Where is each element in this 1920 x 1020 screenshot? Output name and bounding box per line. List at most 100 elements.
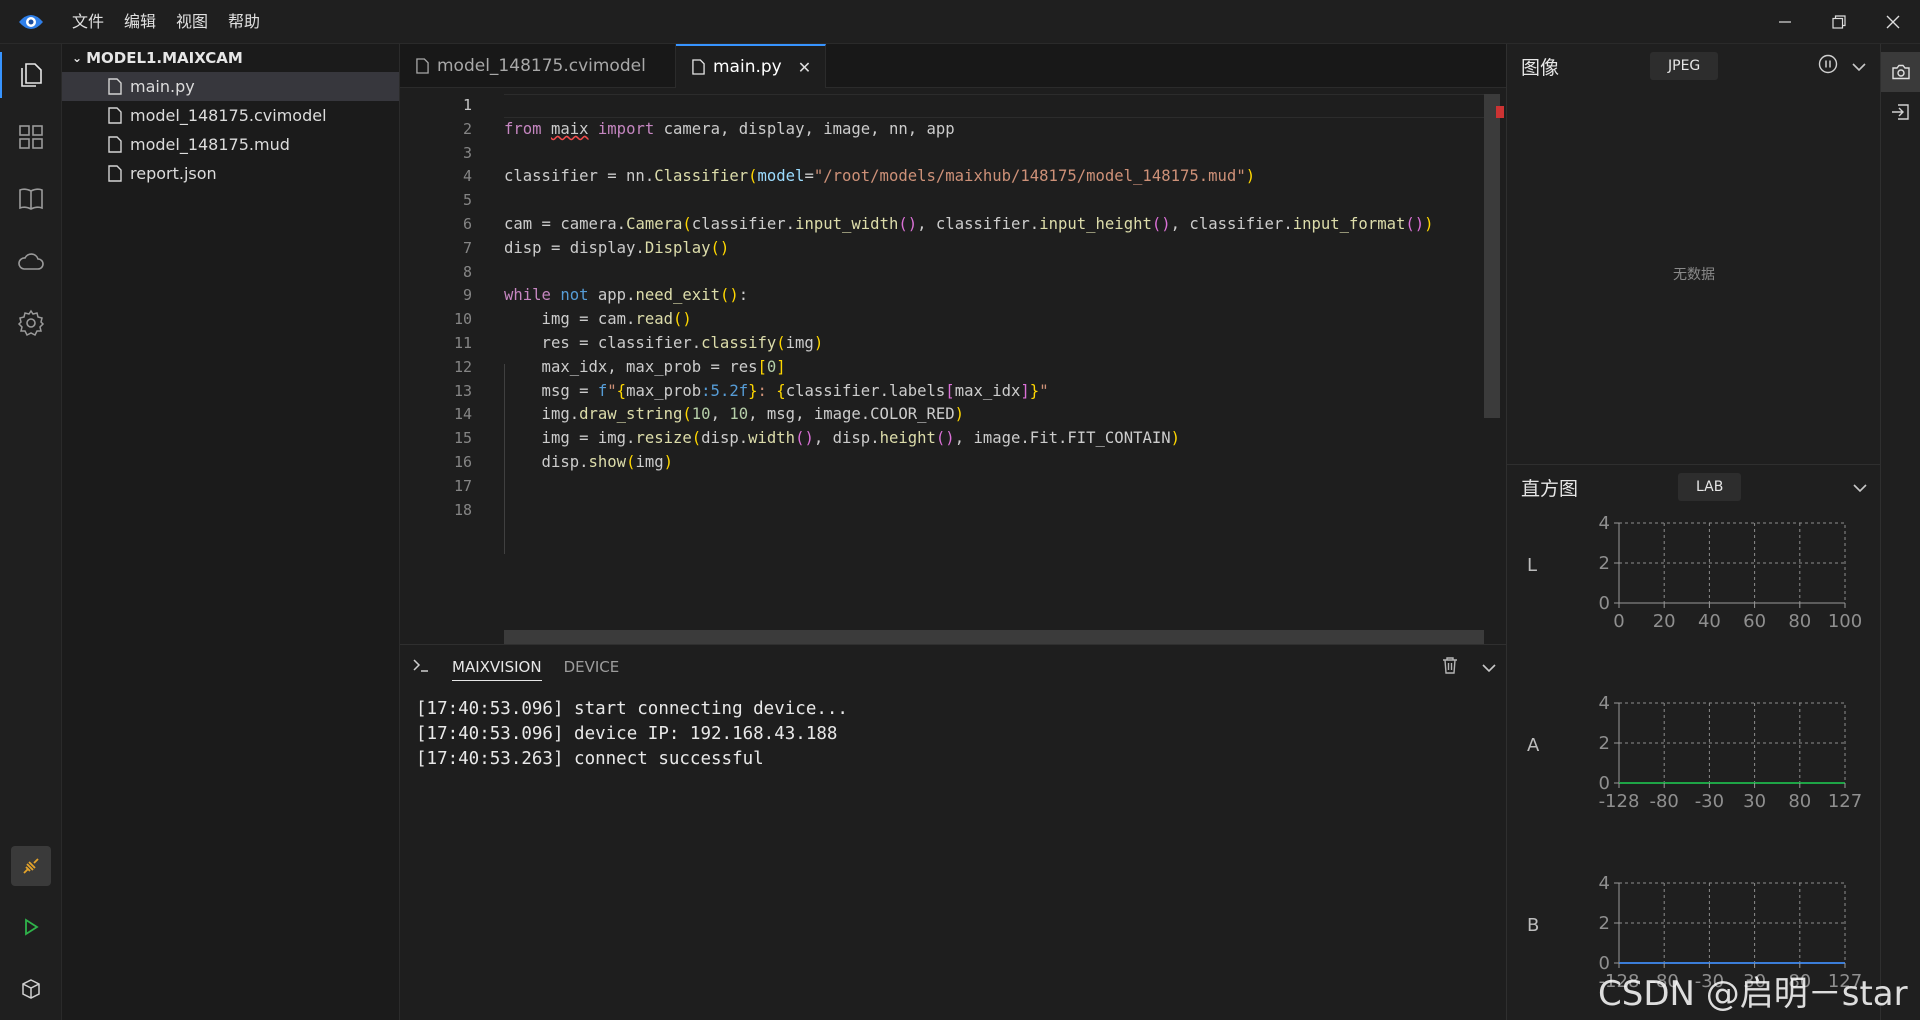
menu-file[interactable]: 文件 xyxy=(62,0,114,44)
histogram-xtick-label: 40 xyxy=(1698,611,1721,632)
package-box-icon[interactable] xyxy=(0,958,62,1020)
explorer-icon[interactable] xyxy=(0,44,62,106)
code-line: disp = display.Display() xyxy=(504,238,730,257)
histogram-section: 直方图 LAB L 4 2 0 0 20 40 60 80 100 A 4 2 0 -128 -80 -30 30… xyxy=(1507,464,1881,1020)
tab-main-py[interactable]: main.py ✕ xyxy=(676,44,826,88)
histogram-xtick-label: -80 xyxy=(1649,791,1678,812)
chevron-down-icon: ⌄ xyxy=(72,51,83,65)
file-item[interactable]: report.json xyxy=(62,159,399,188)
histogram-xtick-label: 100 xyxy=(1828,611,1862,632)
line-number: 14 xyxy=(453,405,472,424)
explorer-root-folder[interactable]: ⌄ MODEL1.MAIXCAM xyxy=(62,44,399,72)
line-number: 4 xyxy=(462,167,472,186)
scrollbar-error-marker xyxy=(1496,106,1504,118)
histogram-chart: 420-128 -80 -30 30 80 127 xyxy=(1599,693,1863,812)
file-icon xyxy=(416,58,429,74)
pause-icon[interactable] xyxy=(1818,54,1838,78)
code-line: disp.show(img) xyxy=(504,452,674,471)
app-logo-icon xyxy=(0,0,62,44)
camera-icon[interactable] xyxy=(1881,52,1920,92)
right-action-bar xyxy=(1880,44,1920,1020)
code-line: max_idx, max_prob = res[0] xyxy=(504,357,786,376)
chevron-down-icon[interactable] xyxy=(1482,658,1496,677)
export-icon[interactable] xyxy=(1881,92,1920,132)
histogram-ytick-label: 4 xyxy=(1599,693,1610,714)
editor-area: model_148175.cvimodel main.py ✕ 12345678… xyxy=(400,44,1506,644)
trash-icon[interactable] xyxy=(1442,656,1458,678)
file-name: report.json xyxy=(130,164,217,183)
device-connect-icon[interactable] xyxy=(11,846,51,886)
line-number: 16 xyxy=(453,452,472,471)
chevron-down-icon[interactable] xyxy=(1852,57,1866,76)
histogram-xtick-label: 20 xyxy=(1653,611,1676,632)
histogram-xtick-label: 0 xyxy=(1613,611,1624,632)
minimize-icon[interactable] xyxy=(1758,0,1812,44)
restore-icon[interactable] xyxy=(1812,0,1866,44)
output-log: [17:40:53.096] start connecting device..… xyxy=(400,689,1506,780)
tab-cvimodel[interactable]: model_148175.cvimodel xyxy=(400,44,676,88)
histogram-ytick-label: 4 xyxy=(1599,513,1610,534)
file-name: main.py xyxy=(130,77,195,96)
code-line: msg = f"{max_prob:5.2f}: {classifier.lab… xyxy=(504,381,1049,400)
file-item[interactable]: model_148175.cvimodel xyxy=(62,101,399,130)
image-format-select[interactable]: JPEG xyxy=(1650,52,1719,80)
tab-close-icon[interactable]: ✕ xyxy=(798,58,811,77)
histogram-ytick-label: 0 xyxy=(1599,593,1610,614)
line-number: 18 xyxy=(453,500,472,519)
line-number: 12 xyxy=(453,357,472,376)
settings-gear-icon[interactable] xyxy=(0,292,62,354)
image-empty-text: 无数据 xyxy=(1673,267,1715,283)
file-explorer: ⌄ MODEL1.MAIXCAM main.py model_148175.cv… xyxy=(62,44,400,1020)
tab-maixvision[interactable]: MAIXVISION xyxy=(452,654,542,681)
code-line: from maix import camera, display, image,… xyxy=(504,119,955,138)
file-item[interactable]: model_148175.mud xyxy=(62,130,399,159)
line-number: 10 xyxy=(453,310,472,329)
line-number-gutter: 1 2 3 4 5 6 7 8 9 10 11 12 13 14 15 16 17 18 xyxy=(400,94,472,522)
horizontal-scrollbar[interactable] xyxy=(504,630,1484,644)
image-panel-title: 图像 xyxy=(1521,56,1560,79)
log-line: [17:40:53.263] connect successful xyxy=(416,749,764,769)
histogram-xtick-label: 80 xyxy=(1788,791,1811,812)
docs-book-icon[interactable] xyxy=(0,168,62,230)
line-number: 1 xyxy=(462,96,472,114)
histogram-xtick-label: 80 xyxy=(1788,611,1811,632)
tab-device[interactable]: DEVICE xyxy=(564,654,620,680)
histogram-xtick-label: 127 xyxy=(1828,791,1862,812)
extensions-grid-icon[interactable] xyxy=(0,106,62,168)
menu-edit[interactable]: 编辑 xyxy=(114,0,166,44)
vertical-scrollbar[interactable] xyxy=(1484,94,1500,418)
file-icon xyxy=(108,78,122,95)
histogram-xtick-label: -30 xyxy=(1695,791,1724,812)
code-line: img = cam.read() xyxy=(504,310,692,329)
watermark-text: CSDN @启明－star xyxy=(1598,974,1908,1014)
histogram-row-a: A 4 2 0 -128 -80 -30 30 80 127 xyxy=(1507,689,1881,839)
histogram-mode-select[interactable]: LAB xyxy=(1678,473,1742,501)
code-content[interactable]: from maix import camera, display, image,… xyxy=(504,94,1484,522)
menu-help[interactable]: 帮助 xyxy=(218,0,270,44)
tab-label: model_148175.cvimodel xyxy=(437,56,646,76)
line-number: 7 xyxy=(462,238,472,257)
close-icon[interactable] xyxy=(1866,0,1920,44)
chevron-down-icon[interactable] xyxy=(1853,478,1867,497)
file-icon xyxy=(108,165,122,182)
code-line: cam = camera.Camera(classifier.input_wid… xyxy=(504,214,1434,233)
line-number: 6 xyxy=(462,214,472,233)
line-number: 15 xyxy=(453,429,472,448)
menu-view[interactable]: 视图 xyxy=(166,0,218,44)
file-name: model_148175.mud xyxy=(130,135,290,154)
activity-bar xyxy=(0,44,62,1020)
cloud-icon[interactable] xyxy=(0,230,62,292)
code-editor[interactable]: 1 2 3 4 5 6 7 8 9 10 11 12 13 14 15 16 17 18 from maix im… xyxy=(400,88,1506,644)
terminal-icon xyxy=(412,657,430,677)
histogram-row-l: L 4 2 0 0 20 40 60 80 100 xyxy=(1507,509,1881,659)
file-item[interactable]: main.py xyxy=(62,72,399,101)
file-icon xyxy=(692,59,705,75)
menu-bar: 文件 编辑 视图 帮助 xyxy=(62,0,270,44)
run-play-icon[interactable] xyxy=(0,896,62,958)
bottom-panel: MAIXVISION DEVICE [17:40:53.096] start c… xyxy=(400,644,1506,1020)
